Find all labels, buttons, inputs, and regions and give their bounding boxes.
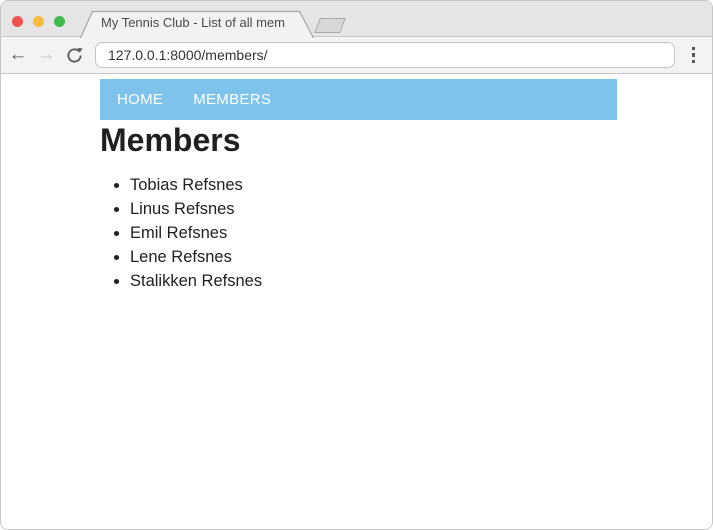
close-window-button[interactable] [12,16,23,27]
list-item: Emil Refsnes [130,221,712,245]
tab-title: My Tennis Club - List of all mem [101,15,299,30]
minimize-window-button[interactable] [33,16,44,27]
members-list: Tobias Refsnes Linus Refsnes Emil Refsne… [100,173,712,293]
address-bar[interactable]: 127.0.0.1:8000/members/ [95,42,675,68]
menu-icon[interactable] [675,45,712,66]
page-title: Members [100,121,712,159]
browser-tab[interactable]: My Tennis Club - List of all mem [93,11,299,37]
page-content: HOME MEMBERS Members Tobias Refsnes Linu… [1,74,712,529]
window-controls [12,16,65,27]
nav-link-home[interactable]: HOME [117,91,163,108]
browser-titlebar: My Tennis Club - List of all mem [1,1,712,37]
list-item: Lene Refsnes [130,245,712,269]
list-item: Linus Refsnes [130,197,712,221]
browser-toolbar: ← → 127.0.0.1:8000/members/ [1,37,712,74]
forward-icon[interactable]: → [34,43,58,67]
nav-link-members[interactable]: MEMBERS [193,91,271,108]
url-text: 127.0.0.1:8000/members/ [108,47,268,63]
list-item: Tobias Refsnes [130,173,712,197]
back-icon[interactable]: ← [6,43,30,67]
list-item: Stalikken Refsnes [130,269,712,293]
new-tab-button[interactable] [314,18,346,33]
site-navbar: HOME MEMBERS [100,79,617,120]
reload-icon[interactable] [62,43,86,67]
zoom-window-button[interactable] [54,16,65,27]
browser-window: My Tennis Club - List of all mem ← → 127… [0,0,713,530]
reload-icon-glyph [66,47,83,64]
